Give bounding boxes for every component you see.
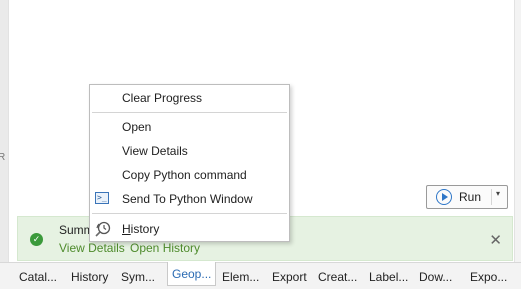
python-window-icon: >_ — [95, 192, 109, 204]
open-history-link[interactable]: Open History — [130, 241, 200, 255]
menu-separator — [92, 213, 287, 214]
tab-export[interactable]: Export — [272, 267, 307, 287]
context-menu: Clear Progress Open View Details Copy Py… — [89, 84, 290, 242]
run-dropdown-icon[interactable]: ▾ — [496, 189, 500, 198]
view-details-link[interactable]: View Details — [59, 241, 125, 255]
tab-history[interactable]: History — [71, 267, 108, 287]
tab-elements[interactable]: Elem... — [222, 267, 259, 287]
run-button[interactable]: Run ▾ — [426, 185, 508, 209]
dock-tab-bar: Catal... History Sym... Geop... Elem... … — [0, 262, 521, 289]
menu-item-open[interactable]: Open — [90, 116, 289, 138]
menu-item-label: Copy Python command — [122, 168, 247, 182]
menu-separator — [92, 112, 287, 113]
menu-item-history[interactable]: History — [90, 218, 289, 240]
menu-item-copy-python-command[interactable]: Copy Python command — [90, 164, 289, 186]
history-label-rest: istory — [130, 222, 160, 236]
tab-labeling[interactable]: Label... — [369, 267, 408, 287]
tab-download[interactable]: Dow... — [419, 267, 452, 287]
menu-item-clear-progress[interactable]: Clear Progress — [90, 87, 289, 109]
tab-geoprocessing[interactable]: Geop... — [167, 262, 217, 286]
run-button-label: Run — [459, 190, 482, 204]
menu-item-label: History — [122, 222, 159, 236]
close-icon[interactable]: ✕ — [489, 231, 502, 249]
menu-item-view-details[interactable]: View Details — [90, 140, 289, 162]
menu-item-send-to-python-window[interactable]: >_ Send To Python Window — [90, 188, 289, 210]
left-strip-mark: R — [0, 152, 6, 163]
history-icon — [95, 221, 111, 237]
tab-export-2[interactable]: Expo... — [470, 267, 507, 287]
play-icon — [436, 189, 452, 205]
run-button-separator — [491, 189, 492, 205]
history-access-key: H — [122, 222, 131, 236]
check-circle-icon: ✓ — [30, 233, 43, 246]
menu-item-label: Open — [122, 120, 152, 134]
tab-symbology[interactable]: Sym... — [121, 267, 155, 287]
tab-catalog[interactable]: Catal... — [19, 267, 57, 287]
menu-item-label: View Details — [122, 144, 188, 158]
tab-create[interactable]: Creat... — [318, 267, 357, 287]
menu-item-label: Send To Python Window — [122, 192, 253, 206]
menu-item-label: Clear Progress — [122, 91, 203, 105]
